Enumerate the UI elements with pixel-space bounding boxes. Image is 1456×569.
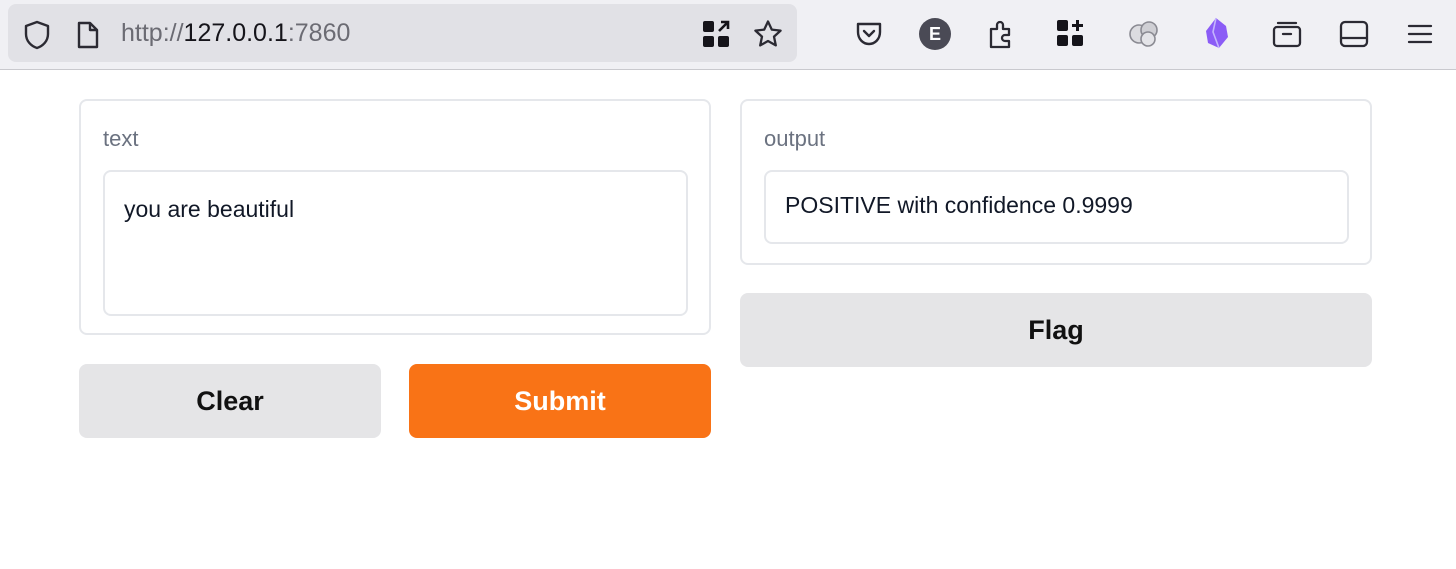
text-input[interactable]: you are beautiful [103,170,688,316]
output-textbox[interactable]: POSITIVE with confidence 0.9999 [764,170,1349,244]
extensions-icon[interactable] [986,18,1016,50]
submit-button[interactable]: Submit [409,364,711,438]
apps-grid-icon[interactable] [1055,18,1085,48]
sidebar-icon[interactable] [1338,18,1370,50]
input-panel: text you are beautiful [79,99,711,335]
clear-button[interactable]: Clear [79,364,381,438]
bookmark-star-icon[interactable] [752,18,784,50]
qr-code-icon[interactable] [700,18,732,50]
output-panel: output POSITIVE with confidence 0.9999 [740,99,1372,265]
flag-button[interactable]: Flag [740,293,1372,367]
url-host: 127.0.0.1 [183,19,288,47]
url-scheme: http:// [121,19,184,47]
account-e-icon[interactable]: E [919,18,951,50]
shield-icon[interactable] [22,20,52,50]
ai-assistant-icon[interactable] [1127,18,1161,50]
pocket-icon[interactable] [853,19,885,49]
page-icon [74,20,102,50]
tab-tray-icon[interactable] [1271,18,1303,50]
hamburger-menu-icon[interactable] [1406,20,1434,48]
url-text[interactable]: http://127.0.0.1:7860 [121,16,350,50]
input-label: text [103,126,139,151]
browser-toolbar: http://127.0.0.1:7860 E [0,0,1456,70]
obsidian-icon[interactable] [1202,16,1232,50]
output-label: output [764,126,826,151]
url-port: :7860 [287,19,351,47]
